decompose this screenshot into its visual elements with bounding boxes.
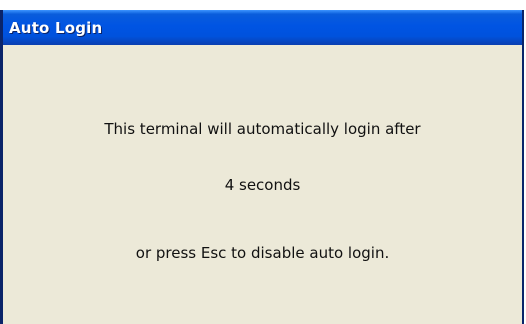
- auto-login-message: This terminal will automatically login a…: [104, 120, 421, 138]
- auto-login-dialog: Auto Login This terminal will automatica…: [0, 10, 524, 324]
- dialog-body: This terminal will automatically login a…: [3, 45, 522, 324]
- title-bar[interactable]: Auto Login: [3, 10, 522, 45]
- window-title: Auto Login: [9, 18, 103, 37]
- esc-instruction: or press Esc to disable auto login.: [135, 244, 390, 262]
- countdown-text: 4 seconds: [224, 176, 301, 194]
